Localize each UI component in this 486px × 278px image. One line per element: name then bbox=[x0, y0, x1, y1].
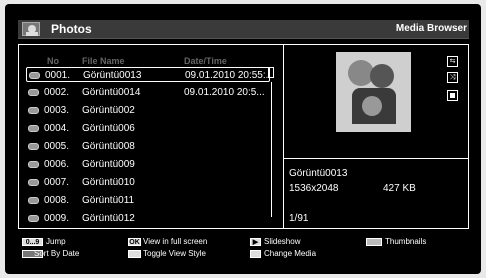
toggle-key[interactable] bbox=[128, 250, 141, 258]
media-browser-label: Media Browser bbox=[395, 23, 467, 34]
detail-file-name: Görüntü0013 bbox=[289, 168, 348, 179]
list-item-file-name: Görüntü010 bbox=[82, 177, 135, 188]
change-media-key[interactable] bbox=[250, 250, 261, 258]
list-item-no: 0005. bbox=[44, 141, 70, 152]
image-file-icon bbox=[28, 197, 39, 204]
shuffle-icon[interactable]: ⤨ bbox=[447, 72, 458, 83]
column-file-name: File Name bbox=[82, 56, 125, 66]
detail-size: 427 KB bbox=[383, 183, 416, 194]
toggle-label: Toggle View Style bbox=[143, 249, 206, 258]
image-file-icon bbox=[28, 89, 39, 96]
list-item[interactable]: 0006. Görüntü009 bbox=[26, 157, 270, 172]
image-file-icon bbox=[28, 161, 39, 168]
repeat-icon[interactable]: ⇆ bbox=[447, 56, 458, 67]
list-item-no: 0008. bbox=[44, 195, 70, 206]
list-item-date: 09.01.2010 20:55:. bbox=[185, 70, 269, 81]
header-bar: Photos Media Browser bbox=[18, 20, 469, 39]
list-item[interactable]: 0004. Görüntü006 bbox=[26, 121, 270, 136]
list-item-file-name: Görüntü008 bbox=[82, 141, 135, 152]
list-item[interactable]: 0005. Görüntü008 bbox=[26, 139, 270, 154]
thumbnails-key[interactable] bbox=[366, 238, 382, 246]
scrollbar-track[interactable] bbox=[271, 82, 272, 217]
list-item-no: 0007. bbox=[44, 177, 70, 188]
list-item-no: 0006. bbox=[44, 159, 70, 170]
list-item[interactable]: 0009. Görüntü012 bbox=[26, 211, 270, 226]
ok-key[interactable]: OK bbox=[128, 238, 141, 246]
sort-label: Sort By Date bbox=[34, 249, 80, 258]
list-item[interactable]: 0002. Görüntü0014 09.01.2010 20:5... bbox=[26, 85, 270, 100]
list-item-no: 0009. bbox=[44, 213, 70, 224]
column-date-time: Date/Time bbox=[184, 56, 227, 66]
list-item[interactable]: 0003. Görüntü002 bbox=[26, 103, 270, 118]
image-file-icon bbox=[28, 107, 39, 114]
jump-key[interactable]: 0...9 bbox=[22, 238, 43, 246]
list-item-no: 0002. bbox=[44, 87, 70, 98]
detail-position: 1/91 bbox=[289, 213, 309, 224]
image-file-icon bbox=[29, 72, 40, 79]
list-item-file-name: Görüntü011 bbox=[82, 195, 135, 206]
photos-icon bbox=[22, 22, 40, 36]
page-title: Photos bbox=[51, 22, 92, 36]
panel-divider bbox=[283, 44, 284, 229]
image-file-icon bbox=[28, 179, 39, 186]
image-file-icon bbox=[28, 143, 39, 150]
list-item-file-name: Görüntü009 bbox=[82, 159, 135, 170]
list-item[interactable]: 0007. Görüntü010 bbox=[26, 175, 270, 190]
jump-label: Jump bbox=[46, 237, 66, 246]
thumbnails-label: Thumbnails bbox=[385, 237, 427, 246]
list-item-file-name: Görüntü0014 bbox=[82, 87, 141, 98]
detail-resolution: 1536x2048 bbox=[289, 183, 339, 194]
list-item-file-name: Görüntü012 bbox=[82, 213, 135, 224]
list-item[interactable]: 0008. Görüntü011 bbox=[26, 193, 270, 208]
stop-icon[interactable] bbox=[447, 90, 458, 101]
photo-preview bbox=[336, 52, 411, 132]
play-key[interactable]: ▶ bbox=[250, 238, 261, 246]
column-no: No bbox=[47, 56, 59, 66]
list-item-no: 0003. bbox=[44, 105, 70, 116]
change-media-label: Change Media bbox=[264, 249, 317, 258]
fullscreen-label: View in full screen bbox=[143, 237, 208, 246]
list-item[interactable]: 0001. Görüntü0013 09.01.2010 20:55:. bbox=[26, 67, 270, 82]
image-file-icon bbox=[28, 215, 39, 222]
slideshow-label: Slideshow bbox=[264, 237, 301, 246]
list-item-file-name: Görüntü006 bbox=[82, 123, 135, 134]
list-item-file-name: Görüntü002 bbox=[82, 105, 135, 116]
list-item-file-name: Görüntü0013 bbox=[83, 70, 142, 81]
list-item-no: 0001. bbox=[45, 70, 71, 81]
image-file-icon bbox=[28, 125, 39, 132]
list-item-no: 0004. bbox=[44, 123, 70, 134]
preview-divider bbox=[283, 158, 469, 159]
list-item-date: 09.01.2010 20:5... bbox=[184, 87, 265, 98]
